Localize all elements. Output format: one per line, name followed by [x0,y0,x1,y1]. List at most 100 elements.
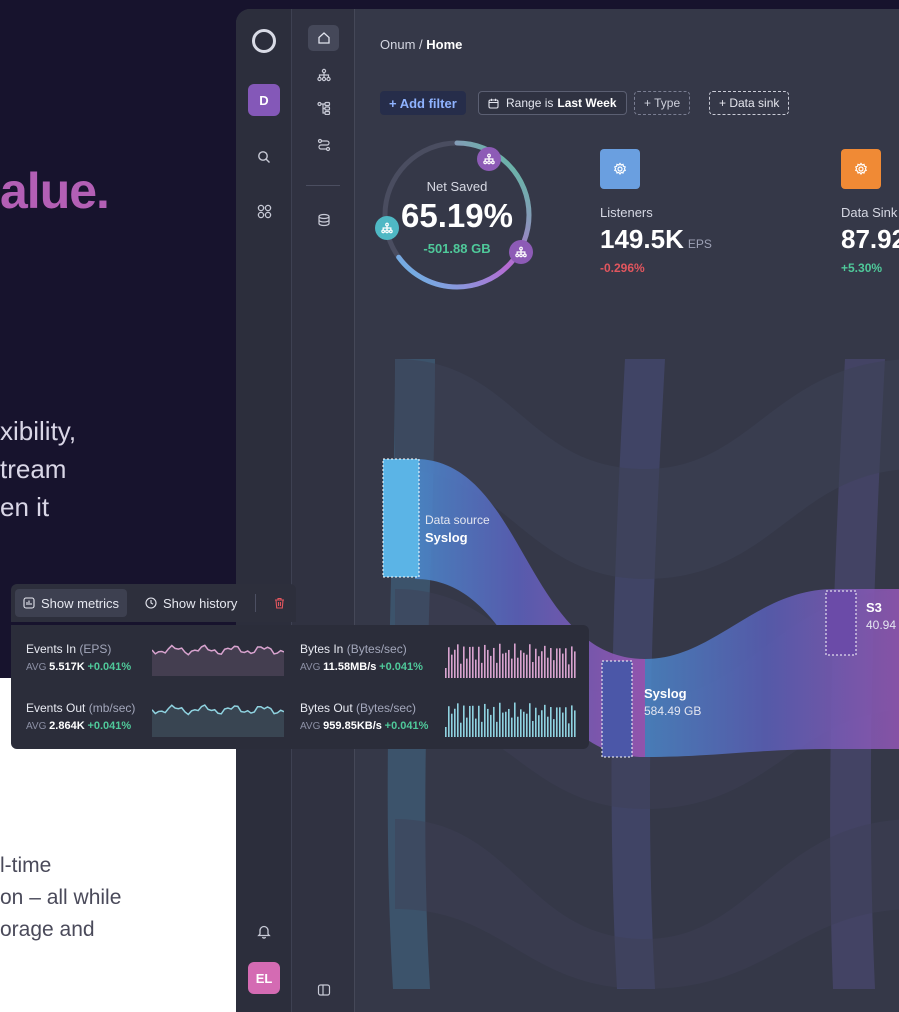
bar [478,705,480,737]
avg-delta: +0.041% [384,720,429,732]
bar [556,707,558,737]
bar [481,721,483,737]
breadcrumb-root[interactable]: Onum [380,37,415,52]
bar [535,648,537,678]
breadcrumb: Onum / Home [380,37,462,52]
stat-name: Listeners [600,205,653,220]
range-prefix: Range is [506,96,554,110]
apps-grid-icon[interactable] [252,199,276,223]
gauge-value: 65.19% [401,197,513,234]
bar [448,706,450,737]
avg-label: AVG [26,662,47,673]
avg-label: AVG [300,662,321,673]
hero-paragraph: xibility, tream en it [0,412,76,526]
stat-unit: EPS [687,237,712,251]
gear-icon [600,149,640,189]
show-history-button[interactable]: Show history [137,589,245,617]
avg-delta: +0.041% [379,661,423,673]
bar [562,712,564,737]
node-name: S3 [866,600,882,615]
logo-icon[interactable] [252,29,276,53]
s3-node[interactable] [825,590,857,656]
bar [472,705,474,737]
bar [499,643,501,678]
events-in-metric: Events In (EPS) AVG 5.517K +0.041% [26,642,131,673]
type-filter-button[interactable]: + Type [634,91,691,115]
main-content: Onum / Home + Add filter Range is Last W… [355,9,899,1012]
database-icon[interactable] [310,209,337,231]
bar [460,722,462,737]
metrics-panel: Events In (EPS) AVG 5.517K +0.041% Bytes… [11,625,589,749]
data-sink-stat: Data Sink 87.92 +5.30% [841,149,899,275]
calendar-icon [488,98,499,109]
bar [511,658,513,678]
bar [484,644,486,678]
bar [529,644,531,678]
metric-unit: (Bytes/sec) [346,642,407,656]
delete-button[interactable] [266,589,293,617]
events-out-metric: Events Out (mb/sec) AVG 2.864K +0.041% [26,701,135,732]
workspace-avatar[interactable]: D [248,84,280,116]
breadcrumb-separator: / [419,37,423,52]
user-avatar[interactable]: EL [248,962,280,994]
bar [571,705,573,737]
hero-line: orage and [0,918,95,941]
range-value: Last Week [557,96,617,110]
bar [475,718,477,737]
metric-title: Bytes In [300,642,344,656]
syslog-node[interactable] [601,660,633,758]
add-filter-button[interactable]: + Add filter [380,91,466,115]
bar [451,654,453,678]
hero-line: en it [0,492,50,522]
net-saved-gauge: Net Saved 65.19% -501.88 GB [375,135,537,295]
bar [559,707,561,737]
bar [445,668,447,678]
bar [517,716,519,737]
bar [547,657,549,678]
bar [520,709,522,737]
route-icon[interactable] [310,134,337,156]
metric-unit: (mb/sec) [88,701,136,715]
bar [529,703,531,737]
bar [538,715,540,737]
bar [469,646,471,678]
range-filter-chip[interactable]: Range is Last Week [478,91,627,115]
hierarchy-icon[interactable] [310,64,337,86]
avg-label: AVG [300,721,321,732]
listeners-stat: Listeners 149.5K EPS -0.296% [600,149,712,275]
source-node[interactable] [382,458,420,578]
bar [574,710,576,737]
avg-value: 5.517K [49,661,85,673]
bar [532,720,534,737]
data-sink-filter-button[interactable]: + Data sink [709,91,790,115]
bar [463,705,465,737]
show-metrics-button[interactable]: Show metrics [15,589,128,617]
source-node-label: Data source Syslog [425,512,490,547]
trash-icon [275,597,284,609]
bar [565,648,567,678]
bar [568,664,570,678]
bar [502,712,504,737]
bar [556,648,558,678]
stat-number: 149.5K [600,224,684,254]
stat-value: 149.5K EPS [600,224,712,255]
avg-label: AVG [26,721,47,732]
bar [487,649,489,678]
syslog-node-label: Syslog 584.49 GB [644,685,701,720]
home-icon[interactable] [308,25,339,51]
stat-number: 87.92 [841,224,899,254]
bytes-in-barchart [445,643,576,678]
node-size: 40.94 [866,618,897,632]
tree-icon[interactable] [310,97,337,119]
search-icon[interactable] [252,145,276,169]
bar [508,649,510,678]
bar [550,648,552,678]
nav-divider [306,185,340,186]
bell-icon[interactable] [252,919,276,943]
node-kicker: Data source [425,513,490,527]
bar [454,708,456,737]
bar [499,702,501,737]
show-history-label: Show history [163,595,238,611]
panel-toggle-icon[interactable] [310,979,337,1001]
hero-headline: alue. [0,163,110,219]
